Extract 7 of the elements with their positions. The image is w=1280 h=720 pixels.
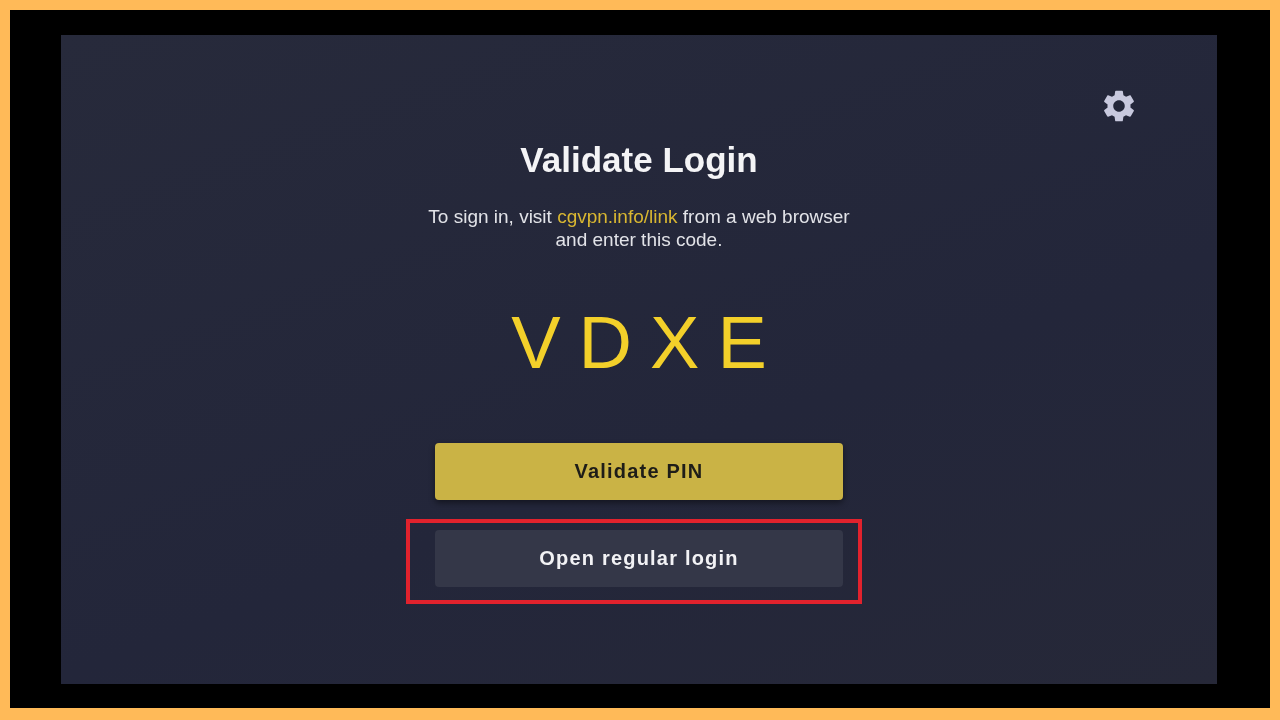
validate-button[interactable]: Validate PIN [435,443,843,500]
login-button[interactable]: Open regular login [435,530,843,587]
instruction-text: To sign in, visit cgvpn.info/link from a web browser and enter this code. [428,205,850,251]
settings-icon[interactable] [1103,90,1135,122]
website-link[interactable]: cgvpn.info/link [557,206,678,227]
page-title: Validate Login [520,139,758,181]
pin-code: VDXE [510,306,785,380]
